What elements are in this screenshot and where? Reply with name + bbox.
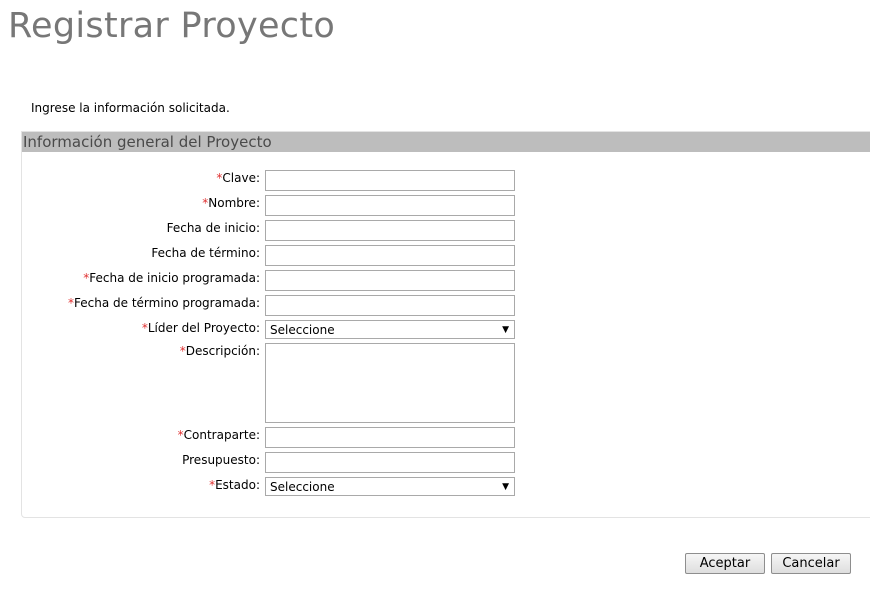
fecha-termino-programada-input[interactable] bbox=[265, 295, 515, 316]
descripcion-textarea[interactable] bbox=[265, 343, 515, 423]
nombre-label: *Nombre: bbox=[202, 196, 260, 210]
contraparte-row: *Contraparte: bbox=[22, 427, 516, 448]
cancel-button[interactable]: Cancelar bbox=[771, 553, 851, 574]
clave-row: *Clave: bbox=[22, 170, 516, 191]
fecha-inicio-programada-label: *Fecha de inicio programada: bbox=[83, 271, 260, 285]
project-info-panel: Información general del Proyecto *Clave:… bbox=[21, 131, 870, 518]
estado-select[interactable]: Seleccione ▼ bbox=[265, 477, 515, 496]
lider-row: *Líder del Proyecto: Seleccione ▼ bbox=[22, 320, 516, 341]
estado-label: *Estado: bbox=[209, 478, 260, 492]
lider-select[interactable]: Seleccione ▼ bbox=[265, 320, 515, 339]
fecha-termino-programada-label: *Fecha de término programada: bbox=[68, 296, 260, 310]
fecha-inicio-row: Fecha de inicio: bbox=[22, 220, 516, 241]
fecha-inicio-programada-row: *Fecha de inicio programada: bbox=[22, 270, 516, 291]
fecha-termino-programada-row: *Fecha de término programada: bbox=[22, 295, 516, 316]
fecha-termino-row: Fecha de término: bbox=[22, 245, 516, 266]
estado-selected-value: Seleccione bbox=[270, 480, 335, 494]
estado-row: *Estado: Seleccione ▼ bbox=[22, 477, 516, 498]
accept-button[interactable]: Aceptar bbox=[685, 553, 765, 574]
page: Registrar Proyecto Ingrese la informació… bbox=[0, 0, 870, 600]
clave-input[interactable] bbox=[265, 170, 515, 191]
lider-selected-value: Seleccione bbox=[270, 323, 335, 337]
descripcion-row: *Descripción: bbox=[22, 343, 516, 423]
chevron-down-icon: ▼ bbox=[502, 325, 509, 335]
descripcion-label: *Descripción: bbox=[179, 344, 260, 358]
panel-header: Información general del Proyecto bbox=[22, 132, 870, 152]
fecha-termino-label: Fecha de término: bbox=[151, 246, 260, 260]
presupuesto-label: Presupuesto: bbox=[182, 453, 260, 467]
page-title: Registrar Proyecto bbox=[8, 6, 336, 46]
instructions-text: Ingrese la información solicitada. bbox=[31, 101, 230, 115]
fecha-inicio-label: Fecha de inicio: bbox=[166, 221, 260, 235]
presupuesto-input[interactable] bbox=[265, 452, 515, 473]
nombre-input[interactable] bbox=[265, 195, 515, 216]
nombre-row: *Nombre: bbox=[22, 195, 516, 216]
fecha-inicio-programada-input[interactable] bbox=[265, 270, 515, 291]
presupuesto-row: Presupuesto: bbox=[22, 452, 516, 473]
fecha-termino-input[interactable] bbox=[265, 245, 515, 266]
clave-label: *Clave: bbox=[216, 171, 260, 185]
lider-label: *Líder del Proyecto: bbox=[141, 321, 260, 335]
contraparte-input[interactable] bbox=[265, 427, 515, 448]
contraparte-label: *Contraparte: bbox=[177, 428, 260, 442]
fecha-inicio-input[interactable] bbox=[265, 220, 515, 241]
chevron-down-icon: ▼ bbox=[502, 482, 509, 492]
